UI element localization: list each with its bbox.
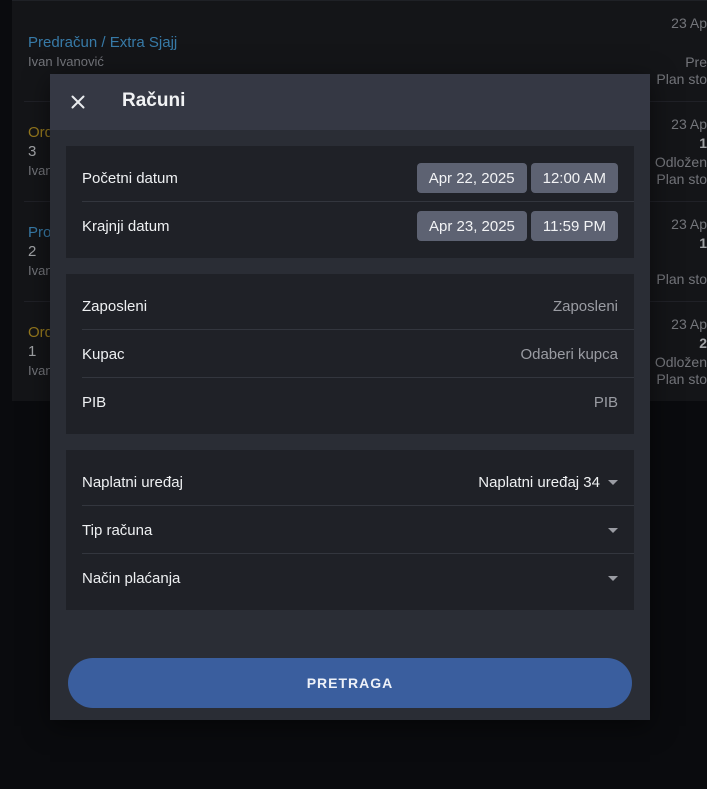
device-select[interactable]: Naplatni uređaj 34	[478, 474, 618, 491]
start-time-picker[interactable]: 12:00 AM	[530, 163, 618, 193]
date-range-section: Početni datum Apr 22, 2025 12:00 AM Kraj…	[66, 146, 634, 258]
receipt-type-row[interactable]: Tip računa	[82, 506, 618, 554]
device-select-value: Naplatni uređaj 34	[478, 473, 600, 491]
employee-row[interactable]: Zaposleni Zaposleni	[82, 282, 618, 330]
receipt-type-select[interactable]	[600, 527, 618, 533]
dialog-header: Računi	[50, 74, 650, 130]
end-date-label: Krajnji datum	[82, 217, 170, 235]
close-icon[interactable]	[66, 90, 90, 114]
device-label: Naplatni uređaj	[82, 473, 183, 491]
chevron-down-icon	[608, 527, 618, 533]
pib-label: PIB	[82, 393, 107, 411]
customer-field[interactable]: Odaberi kupca	[520, 346, 618, 363]
start-date-label: Početni datum	[82, 169, 178, 187]
dialog-title: Računi	[122, 90, 186, 111]
chevron-down-icon	[608, 479, 618, 485]
device-row[interactable]: Naplatni uređaj Naplatni uređaj 34	[82, 458, 618, 506]
start-date-picker[interactable]: Apr 22, 2025	[416, 163, 527, 193]
payment-method-label: Način plaćanja	[82, 569, 181, 587]
filters-section: Zaposleni Zaposleni Kupac Odaberi kupca …	[66, 274, 634, 434]
employee-field[interactable]: Zaposleni	[553, 298, 618, 315]
end-time-picker[interactable]: 11:59 PM	[530, 211, 618, 241]
payment-method-row[interactable]: Način plaćanja	[82, 554, 618, 602]
payment-method-select[interactable]	[600, 575, 618, 581]
start-date-row: Početni datum Apr 22, 2025 12:00 AM	[82, 154, 618, 202]
end-date-picker[interactable]: Apr 23, 2025	[417, 211, 527, 241]
customer-label: Kupac	[82, 345, 125, 363]
customer-row[interactable]: Kupac Odaberi kupca	[82, 330, 618, 378]
select-section: Naplatni uređaj Naplatni uređaj 34 Tip r…	[66, 450, 634, 610]
receipt-type-label: Tip računa	[82, 521, 153, 539]
employee-label: Zaposleni	[82, 297, 148, 315]
receipts-filter-dialog: Računi Početni datum Apr 22, 2025 12:00 …	[50, 74, 650, 720]
end-date-row: Krajnji datum Apr 23, 2025 11:59 PM	[82, 202, 618, 250]
pib-field[interactable]: PIB	[594, 394, 618, 411]
search-button[interactable]: PRETRAGA	[68, 658, 632, 708]
chevron-down-icon	[608, 575, 618, 581]
pib-row[interactable]: PIB PIB	[82, 378, 618, 426]
